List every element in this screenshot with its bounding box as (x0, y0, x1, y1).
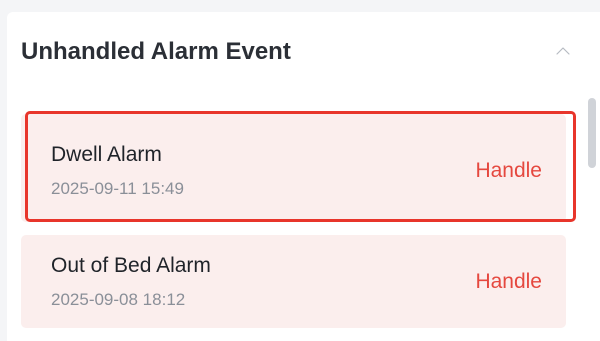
panel-header[interactable]: Unhandled Alarm Event (20, 36, 572, 70)
page: Unhandled Alarm Event Dwell Alarm 2025-0… (0, 0, 600, 341)
alarm-time: 2025-09-11 15:49 (51, 179, 184, 198)
handle-button[interactable]: Handle (475, 158, 542, 184)
scrollbar-thumb[interactable] (588, 98, 596, 168)
alarm-item-out-of-bed: Out of Bed Alarm 2025-09-08 18:12 Handle (21, 235, 566, 328)
handle-button[interactable]: Handle (475, 269, 542, 295)
alarm-time: 2025-09-08 18:12 (51, 290, 186, 309)
alarm-name: Dwell Alarm (51, 143, 162, 166)
alarm-name: Out of Bed Alarm (51, 254, 211, 277)
chevron-up-icon[interactable] (554, 42, 572, 60)
panel-title: Unhandled Alarm Event (21, 38, 291, 65)
alarm-item-dwell: Dwell Alarm 2025-09-11 15:49 Handle (21, 114, 566, 222)
